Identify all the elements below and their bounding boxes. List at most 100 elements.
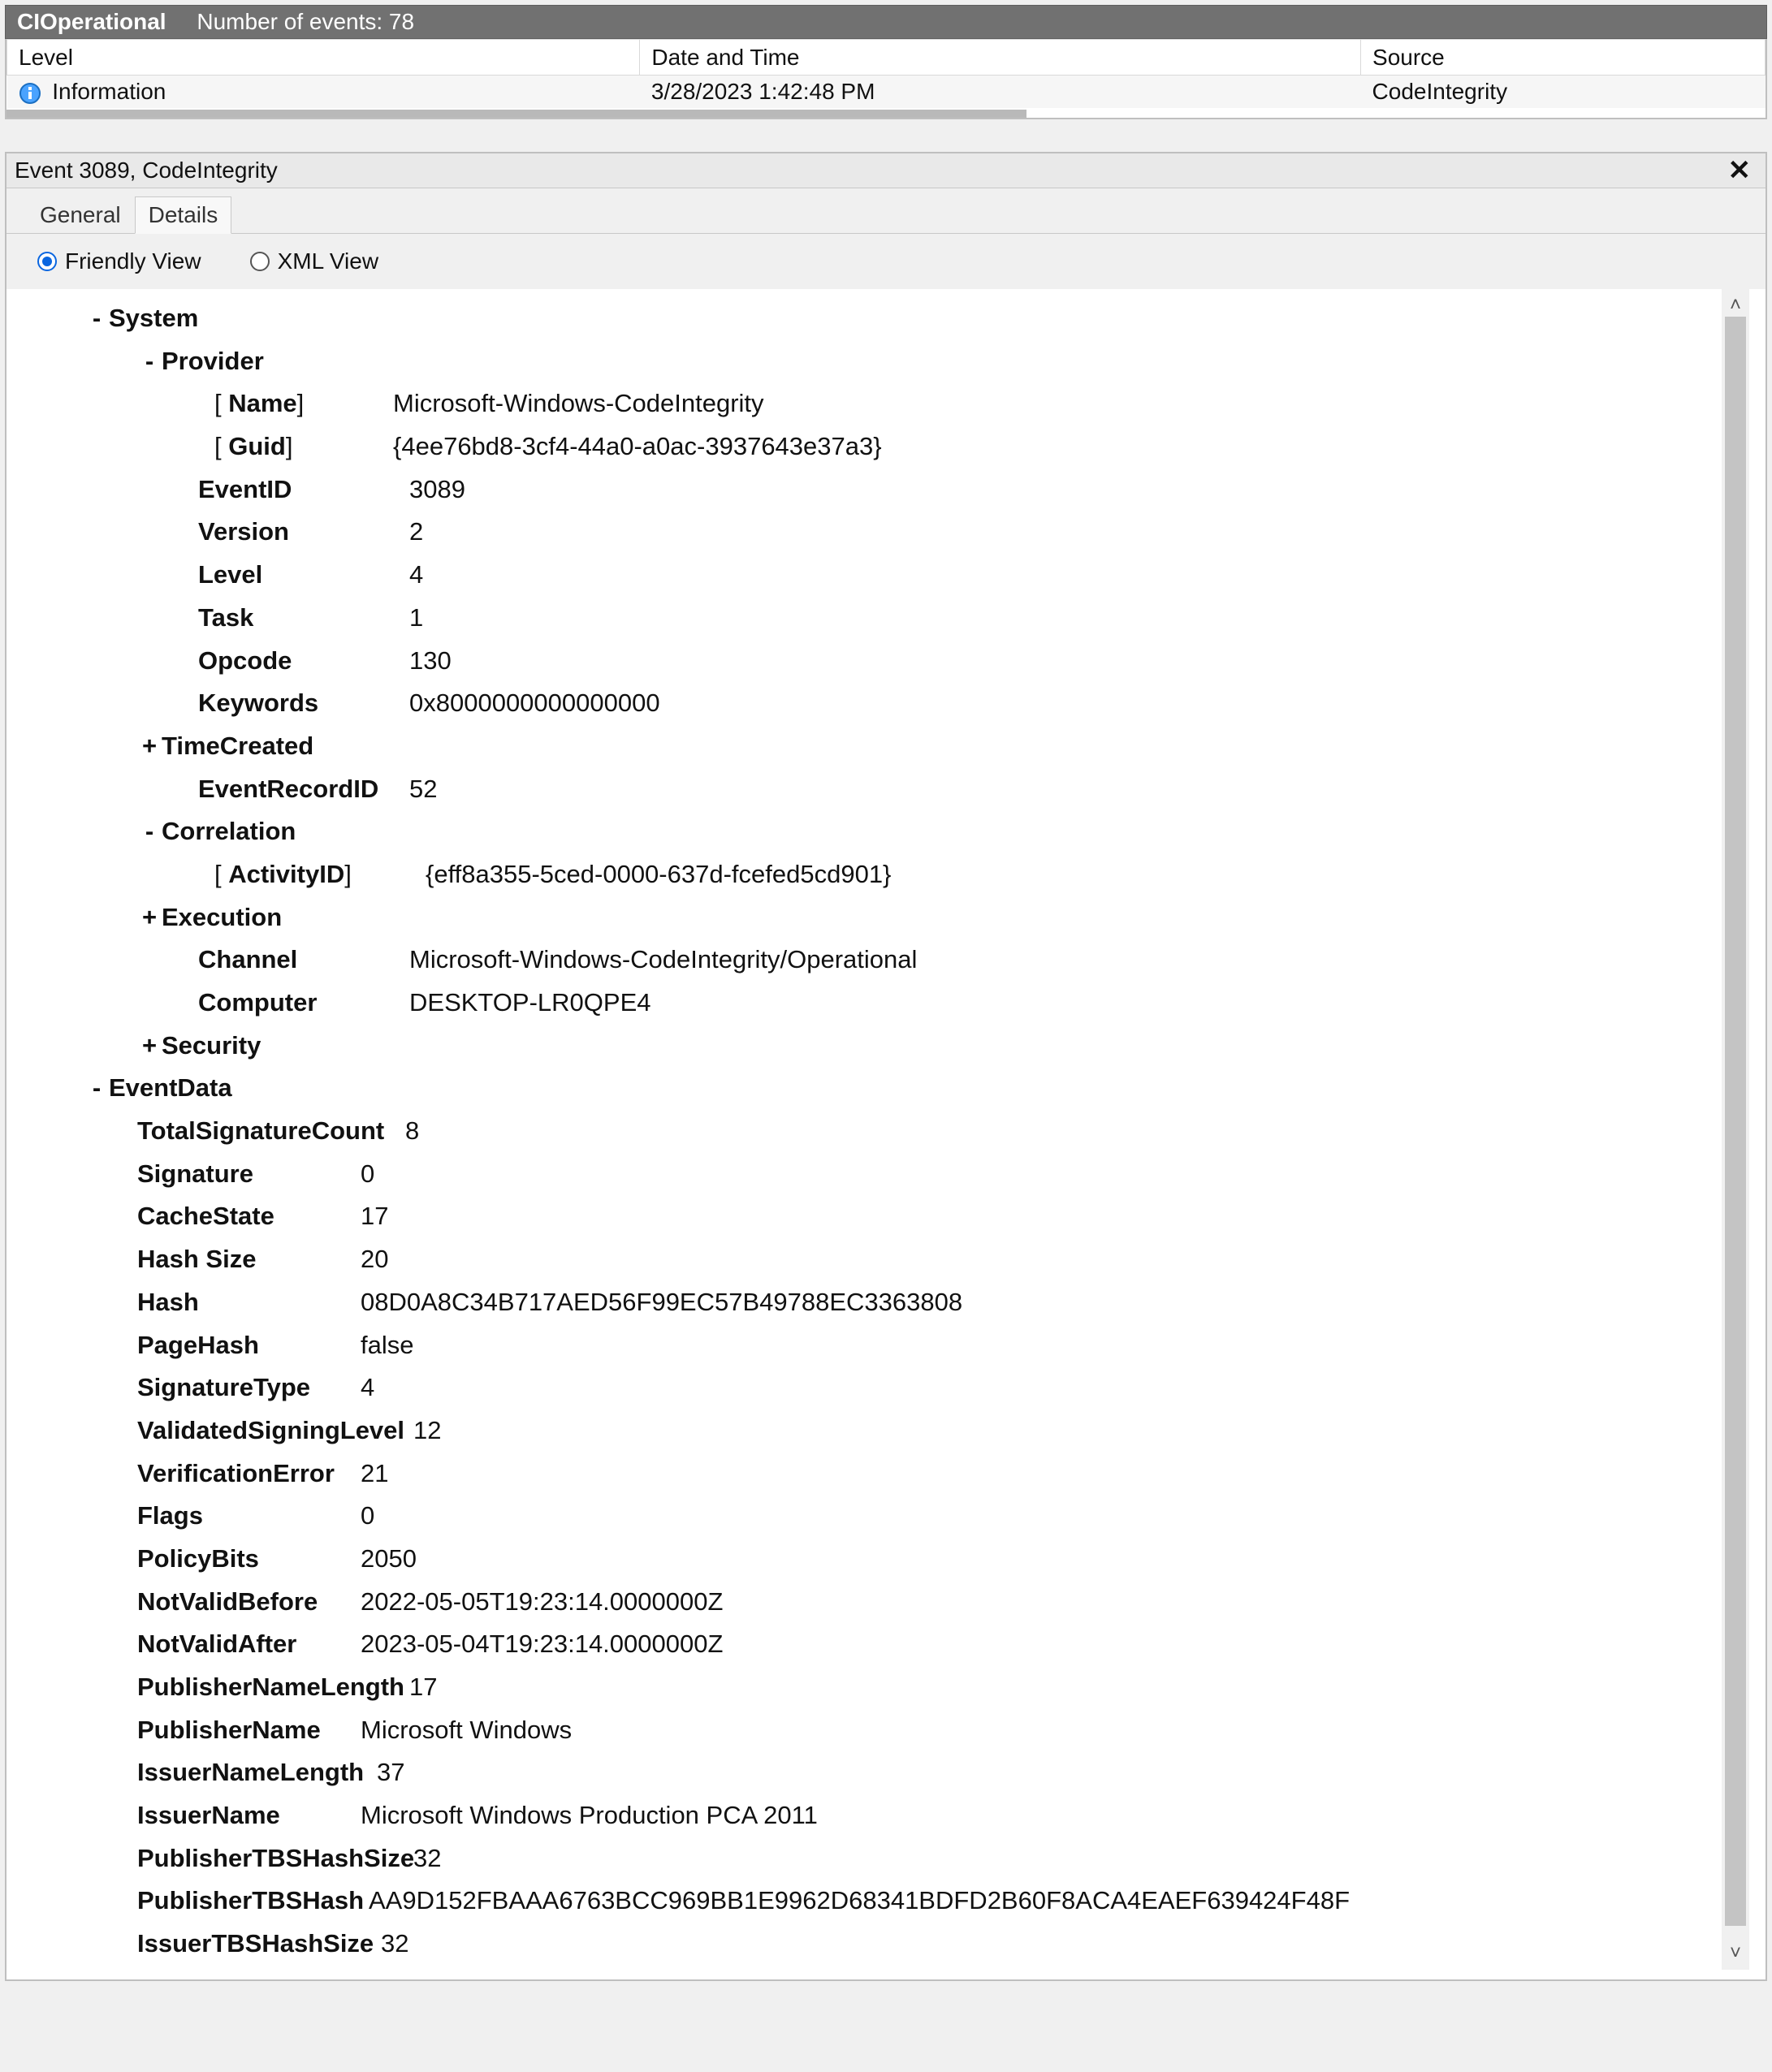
attr-activityid-val: {eff8a355-5ced-0000-637d-fcefed5cd901} [426, 853, 891, 896]
ed-key: VerificationError [137, 1453, 361, 1496]
val-version: 2 [409, 511, 423, 554]
window-header: CIOperational Number of events: 78 [5, 5, 1767, 39]
ed-key: IssuerName [137, 1794, 361, 1837]
radio-dot-icon [250, 252, 270, 271]
events-header-row: Level Date and Time Source [7, 40, 1766, 76]
val-channel: Microsoft-Windows-CodeIntegrity/Operatio… [409, 939, 917, 982]
ed-val: 12 [413, 1409, 441, 1453]
node-correlation[interactable]: Correlation [162, 810, 296, 853]
ed-val: 4 [361, 1366, 374, 1409]
scroll-down-icon[interactable]: ˅ [1730, 1942, 1741, 1965]
close-icon[interactable]: ✕ [1722, 157, 1758, 184]
events-panel: Level Date and Time Source Information [5, 39, 1767, 119]
toggle-provider[interactable]: - [137, 340, 162, 383]
key-eventrecordid: EventRecordID [198, 768, 409, 811]
key-version: Version [198, 511, 409, 554]
toggle-security[interactable]: + [137, 1025, 162, 1068]
node-timecreated[interactable]: TimeCreated [162, 725, 313, 768]
hscroll-thumb[interactable] [6, 110, 1026, 118]
radio-friendly-label: Friendly View [65, 248, 201, 274]
ed-key: PageHash [137, 1324, 361, 1367]
node-security[interactable]: Security [162, 1025, 261, 1068]
ed-key: CacheState [137, 1195, 361, 1238]
val-level: 4 [409, 554, 423, 597]
ed-key: Hash Size [137, 1238, 361, 1281]
col-source[interactable]: Source [1361, 40, 1766, 76]
scroll-up-icon[interactable]: ˄ [1730, 294, 1741, 317]
val-keywords: 0x8000000000000000 [409, 682, 660, 725]
info-icon [19, 82, 41, 105]
ed-val: 20 [361, 1238, 388, 1281]
key-level: Level [198, 554, 409, 597]
ed-key: Hash [137, 1281, 361, 1324]
ed-val: 17 [409, 1666, 437, 1709]
key-eventid: EventID [198, 468, 409, 512]
key-keywords: Keywords [198, 682, 409, 725]
ed-val: 4E80BE107C860DE896384B3EFF50504DC2D76AC7… [361, 1966, 1315, 1970]
ed-key: Signature [137, 1153, 361, 1196]
vscroll-thumb[interactable] [1725, 317, 1746, 1926]
col-datetime[interactable]: Date and Time [640, 40, 1361, 76]
ed-key: PublisherTBSHash [137, 1880, 369, 1923]
ed-key: PublisherNameLength [137, 1666, 409, 1709]
ed-key: SignatureType [137, 1366, 361, 1409]
val-opcode: 130 [409, 640, 452, 683]
ed-val: 21 [361, 1453, 388, 1496]
tree-vscrollbar[interactable]: ˄ ˅ [1722, 289, 1749, 1970]
val-task: 1 [409, 597, 423, 640]
key-channel: Channel [198, 939, 409, 982]
ed-val: Microsoft Windows [361, 1709, 572, 1752]
ed-key: NotValidAfter [137, 1623, 361, 1666]
ed-key: ValidatedSigningLevel [137, 1409, 413, 1453]
val-eventrecordid: 52 [409, 768, 437, 811]
row-level: Information [52, 79, 166, 104]
val-computer: DESKTOP-LR0QPE4 [409, 982, 650, 1025]
ed-val: 37 [377, 1751, 404, 1794]
tab-details[interactable]: Details [135, 196, 232, 234]
toggle-eventdata[interactable]: - [84, 1067, 109, 1110]
vscroll-track[interactable] [1722, 317, 1749, 1942]
ed-val: 2023-05-04T19:23:14.0000000Z [361, 1623, 723, 1666]
val-eventid: 3089 [409, 468, 465, 512]
ed-val: 08D0A8C34B717AED56F99EC57B49788EC3363808 [361, 1281, 962, 1324]
details-header: Event 3089, CodeIntegrity ✕ [6, 153, 1766, 188]
ed-val: 8 [405, 1110, 419, 1153]
ed-key: IssuerNameLength [137, 1751, 377, 1794]
node-provider[interactable]: Provider [162, 340, 264, 383]
ed-val: 0 [361, 1153, 374, 1196]
table-row[interactable]: Information 3/28/2023 1:42:48 PM CodeInt… [7, 76, 1766, 109]
ed-key: PolicyBits [137, 1538, 361, 1581]
node-execution[interactable]: Execution [162, 896, 282, 939]
radio-xml-view[interactable]: XML View [250, 248, 379, 274]
ed-val: 2050 [361, 1538, 417, 1581]
radio-friendly-view[interactable]: Friendly View [37, 248, 201, 274]
ed-key: NotValidBefore [137, 1581, 361, 1624]
ed-val: 17 [361, 1195, 388, 1238]
ed-key: IssuerTBSHashSize [137, 1923, 381, 1966]
ed-val: AA9D152FBAAA6763BCC969BB1E9962D68341BDFD… [369, 1880, 1350, 1923]
toggle-execution[interactable]: + [137, 896, 162, 939]
radio-xml-label: XML View [278, 248, 379, 274]
ed-val: 32 [413, 1837, 441, 1880]
ed-key: IssuerTBSHash [137, 1966, 361, 1970]
toggle-timecreated[interactable]: + [137, 725, 162, 768]
row-datetime: 3/28/2023 1:42:48 PM [640, 76, 1361, 109]
events-table: Level Date and Time Source Information [6, 39, 1766, 108]
toggle-system[interactable]: - [84, 297, 109, 340]
event-xml-tree: - System - Provider [ Name] Microsoft-Wi… [23, 289, 1749, 1970]
toggle-correlation[interactable]: - [137, 810, 162, 853]
details-pane: Event 3089, CodeIntegrity ✕ General Deta… [5, 152, 1767, 1981]
tab-row: General Details [6, 188, 1766, 233]
node-eventdata[interactable]: EventData [109, 1067, 232, 1110]
events-hscrollbar[interactable] [6, 110, 1766, 118]
radio-dot-icon [37, 252, 57, 271]
tab-general[interactable]: General [26, 196, 135, 233]
key-task: Task [198, 597, 409, 640]
node-system[interactable]: System [109, 297, 198, 340]
attr-activityid-key: ActivityID [228, 860, 344, 888]
attr-name-key: Name [228, 389, 296, 417]
ed-key: PublisherTBSHashSize [137, 1837, 413, 1880]
col-level[interactable]: Level [7, 40, 640, 76]
key-opcode: Opcode [198, 640, 409, 683]
attr-guid-key: Guid [228, 432, 286, 460]
